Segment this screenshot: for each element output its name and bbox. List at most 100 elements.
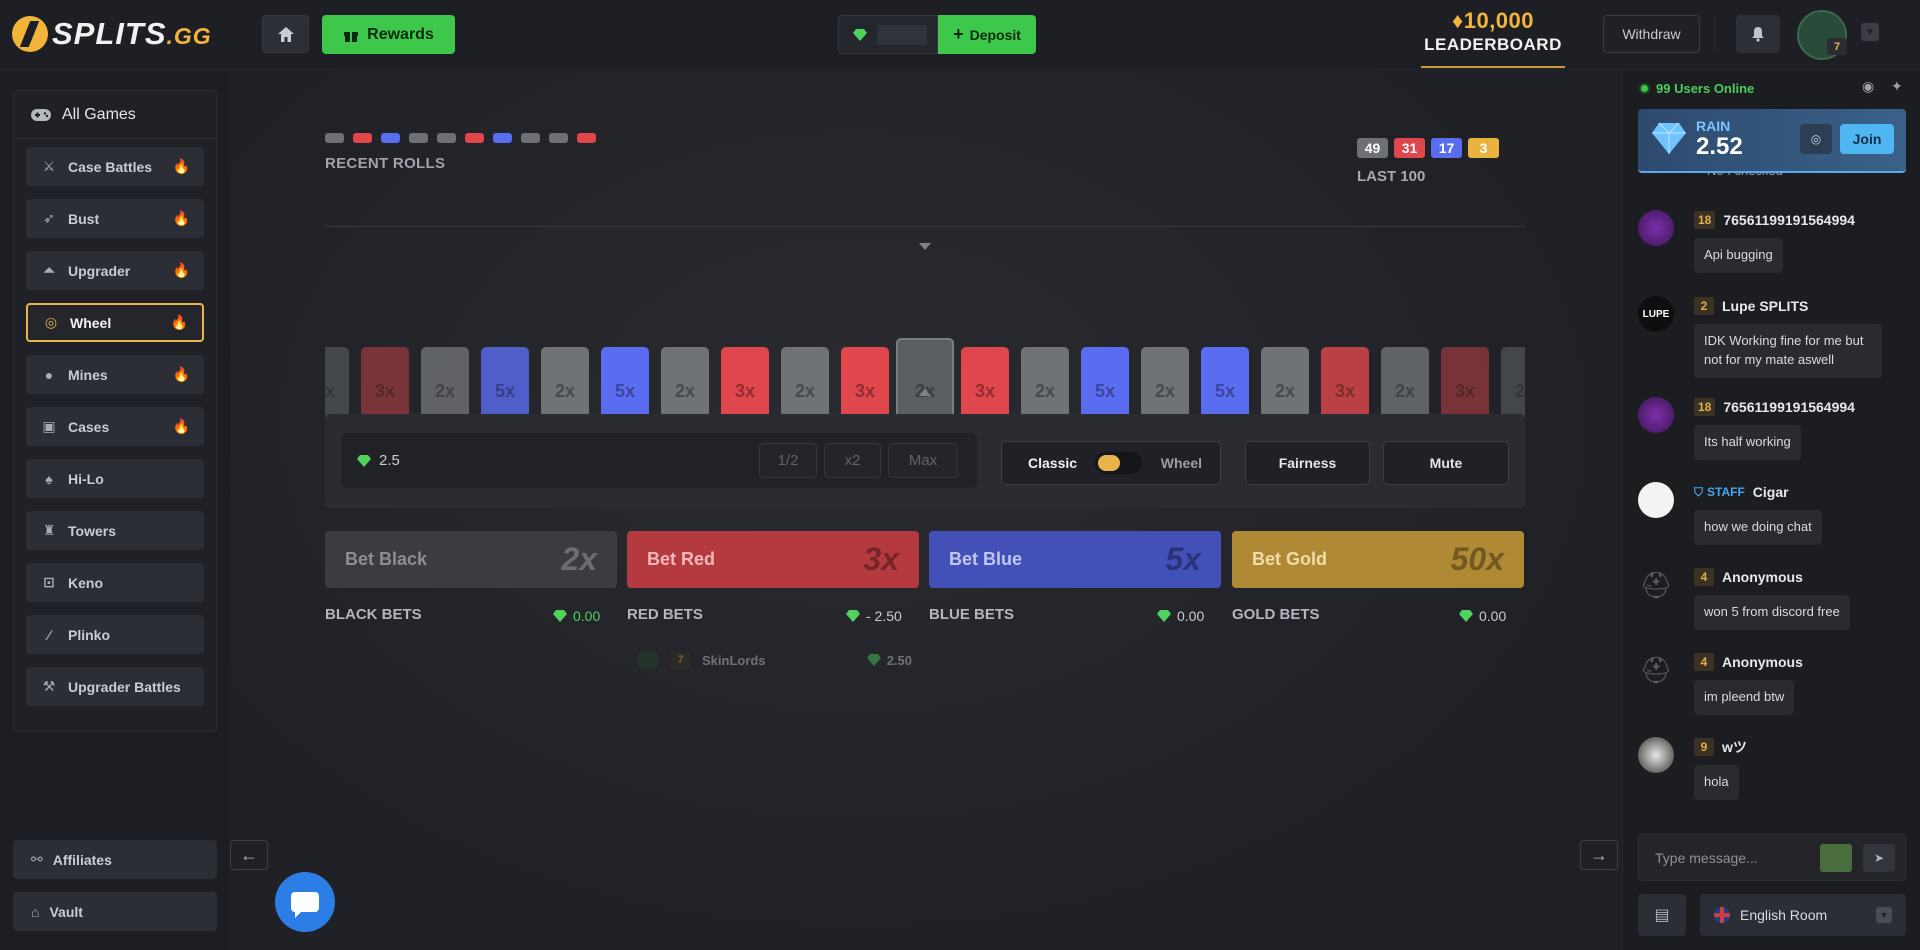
leaderboard-label: LEADERBOARD xyxy=(1424,35,1562,54)
arrow-left-icon: ← xyxy=(240,844,258,865)
rain-amount: 2.52 xyxy=(1696,133,1743,160)
sidebar-item-bust[interactable]: ➶ Bust 🔥 xyxy=(26,199,204,238)
user-level-badge: 4 xyxy=(1694,653,1714,671)
collapse-sidebar-button[interactable]: ← xyxy=(230,840,268,870)
mode-toggle[interactable]: Classic Wheel xyxy=(1001,441,1221,485)
leaderboard-link[interactable]: ♦10,000 LEADERBOARD xyxy=(1421,8,1565,68)
sidebar-item-label: Case Battles xyxy=(68,158,153,175)
bet-amount-input[interactable]: 2.5 1/2 x2 Max xyxy=(341,433,977,488)
home-icon xyxy=(277,26,294,42)
flame-icon: 🔥 xyxy=(172,418,190,434)
username[interactable]: 76561199191564994 xyxy=(1723,399,1855,415)
recent-roll-dot xyxy=(521,133,540,143)
sidebar-item-cases[interactable]: ▣ Cases 🔥 xyxy=(26,407,204,446)
chat-room-select[interactable]: English Room ▼ xyxy=(1700,894,1906,936)
discord-icon[interactable]: ◉ xyxy=(1862,78,1874,95)
chat-message: LUPE 2 Lupe SPLITS IDK Working fine for m… xyxy=(1638,296,1908,378)
recent-roll-dot xyxy=(549,133,568,143)
bet-black-button[interactable]: Bet Black 2x xyxy=(325,531,617,588)
rewards-label: Rewards xyxy=(367,25,434,43)
username[interactable]: Anonymous xyxy=(1722,569,1803,585)
sidebar-item-towers[interactable]: ♜ Towers xyxy=(26,511,204,550)
sidebar-item-hi-lo[interactable]: ♠ Hi-Lo xyxy=(26,459,204,498)
deposit-label: Deposit xyxy=(969,26,1021,43)
room-label: English Room xyxy=(1740,907,1828,923)
affiliates-button[interactable]: ⚯ Affiliates xyxy=(13,840,217,879)
home-button[interactable] xyxy=(262,15,309,53)
username[interactable]: 76561199191564994 xyxy=(1723,212,1855,228)
sidebar-item-upgrader[interactable]: ⏶ Upgrader 🔥 xyxy=(26,251,204,290)
blue-bets-total: 0.00 xyxy=(1157,608,1204,624)
collapse-chat-button[interactable]: → xyxy=(1580,840,1618,870)
max-bet-button[interactable]: Max xyxy=(888,443,958,478)
support-chat-button[interactable] xyxy=(275,872,335,932)
chat-message-input[interactable]: Type message... ➤ xyxy=(1638,834,1906,881)
twitter-icon[interactable]: ✦ xyxy=(1891,78,1903,95)
vault-button[interactable]: ⌂ Vault xyxy=(13,892,217,931)
gem-icon xyxy=(853,28,867,41)
sidebar-item-mines[interactable]: ● Mines 🔥 xyxy=(26,355,204,394)
emote-picker-button[interactable] xyxy=(1820,844,1852,872)
sidebar-item-wheel[interactable]: ◎ Wheel 🔥 xyxy=(26,303,204,342)
double-chevron-up-icon: ⏶ xyxy=(43,262,55,278)
mute-button[interactable]: Mute xyxy=(1383,441,1509,485)
sidebar-item-keno[interactable]: ⊡ Keno xyxy=(26,563,204,602)
rain-tip-button[interactable]: ◎ xyxy=(1800,124,1832,154)
recent-rolls-dots xyxy=(325,133,596,143)
rain-label: RAIN xyxy=(1696,118,1731,134)
sidebar-item-label: Upgrader xyxy=(68,262,131,279)
sidebar-item-label: Mines xyxy=(68,366,108,383)
sidebar-item-label: Upgrader Battles xyxy=(68,678,181,695)
rewards-button[interactable]: Rewards xyxy=(322,15,455,54)
gold-bets-label: GOLD BETS xyxy=(1232,606,1320,623)
site-logo[interactable]: SPLITS.GG xyxy=(12,14,212,54)
username[interactable]: Cigar xyxy=(1753,484,1789,500)
red-bets-total: - 2.50 xyxy=(846,608,902,624)
logo-name: SPLITS xyxy=(52,16,167,51)
user-level-badge: 18 xyxy=(1694,211,1716,229)
double-bet-button[interactable]: x2 xyxy=(824,443,881,478)
last-100-count-badge: 49 xyxy=(1357,138,1388,158)
username[interactable]: wツ xyxy=(1722,737,1747,757)
withdraw-button[interactable]: Withdraw xyxy=(1603,15,1700,53)
chat-rules-button[interactable]: ▤ xyxy=(1638,894,1686,936)
sidebar-item-case-battles[interactable]: ⚔ Case Battles 🔥 xyxy=(26,147,204,186)
last-100-label: LAST 100 xyxy=(1357,168,1426,185)
wheel-icon: ◎ xyxy=(44,314,58,330)
logo-mark-icon xyxy=(12,16,48,52)
uk-flag-icon xyxy=(1714,907,1730,923)
sidebar-item-label: Hi-Lo xyxy=(68,470,104,487)
avatar xyxy=(1638,397,1674,433)
swords-icon: ⚔ xyxy=(42,158,56,174)
bettor-name: SkinLords xyxy=(702,652,766,668)
fairness-button[interactable]: Fairness xyxy=(1245,441,1370,485)
background-art xyxy=(230,71,1622,950)
recent-roll-dot xyxy=(353,133,372,143)
black-bets-amount: 0.00 xyxy=(573,608,601,624)
affiliates-icon: ⚯ xyxy=(31,851,43,867)
tower-icon: ♜ xyxy=(42,522,56,538)
bet-amount-value: 2.5 xyxy=(379,452,400,469)
sidebar-item-upgrader-battles[interactable]: ⚒ Upgrader Battles xyxy=(26,667,204,706)
gem-icon xyxy=(866,654,881,666)
half-bet-button[interactable]: 1/2 xyxy=(759,443,817,478)
users-online-label: 99 Users Online xyxy=(1656,81,1755,96)
username[interactable]: Lupe SPLITS xyxy=(1722,298,1808,314)
diamond-icon xyxy=(1652,122,1686,154)
mode-switch[interactable] xyxy=(1095,452,1143,474)
rain-join-button[interactable]: Join xyxy=(1840,124,1894,154)
username[interactable]: Anonymous xyxy=(1722,654,1803,670)
bet-blue-label: Bet Blue xyxy=(949,549,1023,569)
send-button[interactable]: ➤ xyxy=(1863,844,1895,872)
deposit-button[interactable]: + Deposit xyxy=(938,15,1036,54)
all-games-link[interactable]: All Games xyxy=(14,91,216,139)
bet-gold-button[interactable]: Bet Gold 50x xyxy=(1232,531,1524,588)
message-text: Api bugging xyxy=(1694,238,1783,273)
affiliates-label: Affiliates xyxy=(52,851,112,868)
notifications-button[interactable] xyxy=(1736,15,1780,53)
sidebar-item-plinko[interactable]: ⁄ Plinko xyxy=(26,615,204,654)
bet-red-button[interactable]: Bet Red 3x xyxy=(627,531,919,588)
avatar xyxy=(1638,210,1674,246)
user-menu-chevron-icon[interactable]: ▼ xyxy=(1861,23,1879,41)
bet-blue-button[interactable]: Bet Blue 5x xyxy=(929,531,1221,588)
